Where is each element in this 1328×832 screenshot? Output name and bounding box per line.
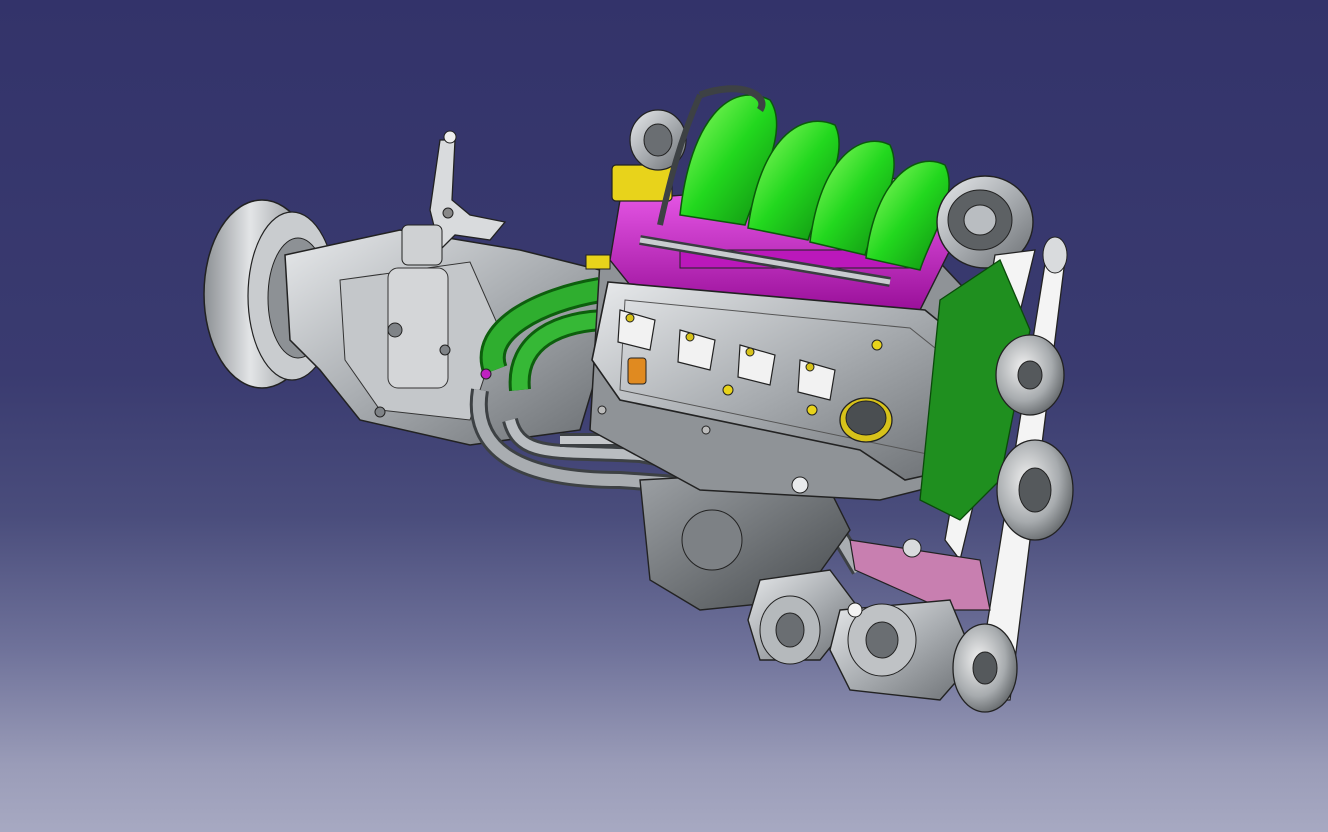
3d-viewport[interactable] (0, 0, 1328, 832)
sensor-orange (627, 357, 647, 385)
idler-pulley (995, 334, 1065, 416)
oil-filler-cap (839, 397, 893, 443)
engine-assembly-model[interactable] (0, 0, 1328, 832)
crank-pulley (996, 439, 1074, 541)
water-pump-pulley (1042, 236, 1068, 274)
